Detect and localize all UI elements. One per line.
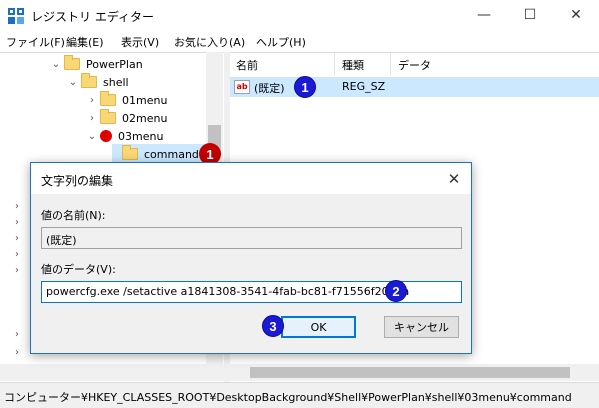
chevron-right-icon[interactable]: › (15, 217, 19, 228)
chevron-right-icon[interactable]: › (15, 201, 19, 212)
value-data-label: 値のデータ(V): (41, 263, 116, 276)
tree-item-shell[interactable]: ⌄ shell (67, 73, 129, 91)
column-separator[interactable] (334, 53, 335, 75)
callout-badge-2: 2 (385, 280, 407, 302)
tree-item-03menu[interactable]: ⌄ 03menu (86, 127, 164, 145)
ok-button[interactable]: OK (281, 316, 356, 338)
chevron-right-icon[interactable]: › (86, 95, 98, 106)
tree-item-label: shell (103, 75, 129, 89)
chevron-right-icon[interactable]: › (15, 347, 19, 358)
menu-file[interactable]: ファイル(F) (6, 34, 65, 50)
chevron-down-icon[interactable]: ⌄ (86, 131, 98, 142)
value-name-label: 値の名前(N): (41, 209, 106, 222)
tree-item-command[interactable]: command (112, 144, 205, 164)
title-bar: レジストリ エディター — ☐ ✕ (0, 0, 599, 30)
chevron-down-icon[interactable]: ⌄ (67, 77, 79, 88)
dialog-title: 文字列の編集 (41, 174, 114, 188)
tree-item-label: command (144, 147, 199, 161)
callout-badge-3: 3 (262, 315, 284, 337)
value-name-field: (既定) (41, 227, 462, 249)
list-scroll-thumb[interactable] (250, 367, 570, 378)
value-name: (既定) (254, 82, 285, 95)
tree-item-powerplan[interactable]: ⌄ PowerPlan (50, 55, 143, 73)
value-type: REG_SZ (342, 80, 386, 93)
folder-icon (122, 145, 138, 160)
folder-icon (81, 73, 97, 88)
tree-item-label: PowerPlan (86, 57, 143, 71)
close-button[interactable]: ✕ (553, 0, 599, 30)
chevron-right-icon[interactable]: › (15, 249, 19, 260)
tree-item-01menu[interactable]: › 01menu (86, 91, 167, 109)
chevron-down-icon[interactable]: ⌄ (50, 59, 62, 70)
column-header-type[interactable]: 種類 (342, 57, 364, 73)
chevron-right-icon[interactable]: › (15, 329, 19, 340)
menu-help[interactable]: ヘルプ(H) (256, 34, 306, 50)
folder-icon (64, 55, 80, 70)
tree-horizontal-scrollbar[interactable] (0, 364, 224, 381)
minimize-button[interactable]: — (461, 0, 507, 30)
column-header-name[interactable]: 名前 (236, 57, 258, 73)
status-bar: コンピューター¥HKEY_CLASSES_ROOT¥DesktopBackgro… (0, 382, 599, 408)
column-separator[interactable] (390, 53, 391, 75)
edit-string-dialog: 文字列の編集 ✕ 値の名前(N): (既定) 値のデータ(V): powercf… (30, 162, 472, 354)
chevron-right-icon[interactable]: › (15, 265, 19, 276)
red-marker-icon (100, 130, 112, 142)
status-path: コンピューター¥HKEY_CLASSES_ROOT¥DesktopBackgro… (4, 391, 572, 404)
tree-item-label: 03menu (118, 129, 164, 143)
folder-icon (100, 109, 116, 124)
chevron-right-icon[interactable]: › (86, 113, 98, 124)
menu-view[interactable]: 表示(V) (121, 34, 159, 50)
tree-item-label: 02menu (122, 111, 168, 125)
dialog-close-icon[interactable]: ✕ (443, 168, 465, 190)
tree-item-02menu[interactable]: › 02menu (86, 109, 167, 127)
dialog-title-bar: 文字列の編集 ✕ (31, 163, 471, 194)
string-value-icon: ab (234, 80, 250, 94)
chevron-right-icon[interactable]: › (15, 233, 19, 244)
maximize-button[interactable]: ☐ (507, 0, 553, 30)
list-row[interactable]: (既定) REG_SZ (230, 77, 599, 97)
registry-editor-icon (8, 8, 24, 24)
column-header-data[interactable]: データ (398, 57, 431, 73)
window-title: レジストリ エディター (31, 10, 154, 24)
callout-badge-1-list: 1 (294, 76, 316, 98)
cancel-button[interactable]: キャンセル (384, 316, 459, 338)
menu-bar: ファイル(F) 編集(E) 表示(V) お気に入り(A) ヘルプ(H) (0, 30, 599, 52)
menu-favorites[interactable]: お気に入り(A) (174, 34, 245, 50)
tree-item-label: 01menu (122, 93, 168, 107)
menu-edit[interactable]: 編集(E) (66, 34, 104, 50)
folder-icon (100, 91, 116, 106)
